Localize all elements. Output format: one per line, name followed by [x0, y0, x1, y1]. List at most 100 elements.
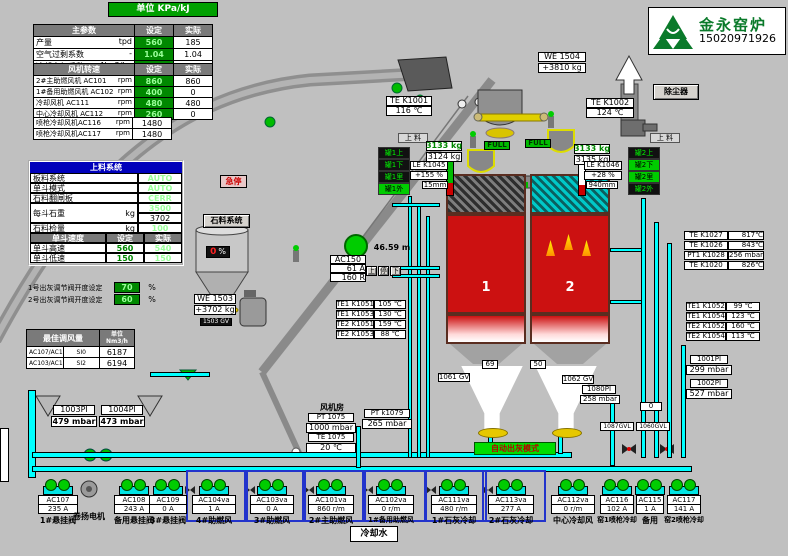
kiln1-shaft[interactable]: 1 — [446, 214, 526, 314]
col-header: 主参数 — [34, 25, 135, 37]
pi-1004-value: 473 mbar — [99, 416, 145, 427]
pipe-riser — [417, 206, 421, 458]
tank2-down[interactable]: 罐2下 — [628, 159, 660, 171]
tank2-in[interactable]: 罐2里 — [628, 171, 660, 183]
stone-system-button[interactable]: 石料系统 — [203, 214, 250, 228]
fan-icon[interactable] — [43, 479, 73, 495]
fan-icon[interactable] — [199, 479, 229, 495]
kiln1-number: 1 — [448, 280, 524, 295]
tank2-up[interactable]: 罐2上 — [628, 147, 660, 159]
pi-1002-value: 527 mbar — [686, 389, 732, 399]
tank1-up[interactable]: 罐1上 — [378, 147, 410, 159]
fan-icon[interactable] — [602, 479, 632, 495]
hoist-speed: 160 R — [330, 273, 366, 282]
fan-icon[interactable] — [153, 479, 183, 495]
unit-banner: 单位 KPa/kJ — [108, 2, 218, 17]
gv-1062-label: 1062 GV — [562, 375, 594, 384]
te-1075-value: 20 ℃ — [306, 443, 356, 453]
setpoint-cell[interactable]: 560 — [135, 37, 174, 49]
te1-k1054-id: TE1 K1054 — [686, 312, 726, 321]
le-k1046-pct: +28 % — [584, 171, 622, 180]
motor-value: 0 r/m — [368, 504, 414, 514]
tank2-out[interactable]: 罐2外 — [628, 183, 660, 195]
motor-label: 2#石灰冷却 — [489, 515, 533, 526]
we1504-id: WE 1504 — [538, 52, 586, 62]
conveyor-status-dot — [265, 117, 275, 127]
feed-label-right: 上 料 — [650, 133, 680, 143]
ash-valve1-setting[interactable]: 70 — [114, 282, 140, 293]
pi-1002-id: 1002PI — [690, 379, 728, 388]
pt-1075-id: PT 1075 — [308, 413, 354, 422]
fan-icon[interactable] — [316, 479, 346, 495]
pipe — [150, 372, 210, 377]
fan-icon[interactable] — [558, 479, 588, 495]
company-name: 金永窑炉 — [699, 18, 776, 33]
setpoint-cell[interactable]: 400 — [135, 87, 174, 98]
tank1-in[interactable]: 罐1里 — [378, 171, 410, 183]
pt-k1079-id: PT k1079 — [364, 409, 410, 418]
hoist-stop-button[interactable]: 停 — [378, 266, 389, 276]
pi-1080-id: 1080PI — [582, 385, 616, 394]
motor-value: 480 r/m — [431, 504, 477, 514]
hopper-outlet — [552, 428, 582, 438]
ash-valve2-setting[interactable]: 60 — [114, 294, 140, 305]
hoist-up-button[interactable]: 上 — [366, 266, 377, 276]
station-ac101: AC101va 860 r/m 2#主助燃风 — [304, 478, 358, 524]
te1-k1053-value: 130 ℃ — [374, 310, 406, 319]
tank1-out[interactable]: 罐1外 — [378, 183, 410, 195]
station-ac116: AC116 102 A 窑1喷枪冷却 — [598, 478, 636, 524]
mode-value[interactable]: AUTO — [138, 183, 182, 193]
setpoint-cell[interactable]: 1.04 — [135, 49, 174, 61]
te2-k1053-id: TE2 K1053 — [336, 330, 374, 339]
weigh-hopper-2 — [548, 130, 574, 152]
skip-car-indicator — [345, 235, 367, 257]
te-k1027-id: TE K1027 — [684, 231, 728, 240]
motor-label: 3#悬挂阀 — [150, 515, 186, 526]
te-k1001-value: 116 ℃ — [386, 106, 432, 116]
speed-set[interactable]: 560 — [106, 243, 144, 253]
setpoint-cell[interactable]: 480 — [135, 98, 174, 109]
fan-speed-table: 风机转速 设定 实际 2#主助燃风机 AC101rpm 860 860 1#备用… — [33, 63, 213, 120]
te-k1020-value: 826℃ — [728, 261, 764, 270]
stone-check-value[interactable]: 100 — [138, 223, 182, 233]
speed-set[interactable]: 150 — [106, 253, 144, 263]
flame-icon — [546, 240, 555, 256]
fan-icon[interactable] — [669, 479, 699, 495]
fan-icon[interactable] — [635, 479, 665, 495]
discharge-pos-right: 50 — [530, 360, 546, 369]
pipe — [610, 248, 642, 252]
kiln2-preheater — [530, 174, 610, 214]
tank1-down[interactable]: 罐1下 — [378, 159, 410, 171]
company-logo-icon — [653, 11, 693, 51]
fanroom-label: 风机房 — [312, 403, 352, 413]
hoist-down-button[interactable]: 下 — [390, 266, 401, 276]
motor-label: 1#石灰冷却 — [432, 515, 476, 526]
setpoint-cell[interactable]: 860 — [135, 76, 174, 87]
kiln2-shaft[interactable]: 2 — [530, 214, 610, 314]
logo-box: 金永窑炉 15020971926 — [648, 7, 786, 55]
fan-icon[interactable] — [496, 479, 526, 495]
mode-value[interactable]: CERR — [138, 193, 182, 203]
mode-value[interactable]: AUTO — [138, 173, 182, 183]
motor-value: 0 A — [250, 504, 294, 514]
motor-label: 备用 — [642, 515, 658, 526]
dust-collector-button[interactable]: 除尘器 — [653, 84, 699, 100]
fan-icon[interactable] — [119, 479, 149, 495]
fan-icon[interactable] — [439, 479, 469, 495]
auto-ash-mode-button[interactable]: 自动出灰模式 — [474, 442, 556, 455]
pipe-riser — [641, 198, 646, 458]
te1-k1052-value: 99 ℃ — [726, 302, 760, 311]
pi-1001-value: 299 mbar — [686, 365, 732, 375]
fan-icon[interactable] — [376, 479, 406, 495]
le-k1045-id: LE K1045 — [410, 161, 448, 170]
ash-valve2-label: 2号出灰调节阀开度设定 — [28, 295, 114, 305]
station-ac109: AC109 0 A 3#悬挂阀 — [148, 478, 188, 524]
motor-value: 1 A — [192, 504, 236, 514]
emergency-stop-button[interactable]: 急停 — [220, 175, 247, 188]
station-ac115: AC115 1 A 备用 — [636, 478, 664, 524]
stone-weight-set[interactable]: 3500 — [138, 203, 182, 213]
te2-k1052-value: 160 ℃ — [726, 322, 760, 331]
fan-icon[interactable] — [257, 479, 287, 495]
motor-value: 1 A — [636, 504, 664, 514]
te-k1002-id: TE K1002 — [586, 98, 634, 108]
